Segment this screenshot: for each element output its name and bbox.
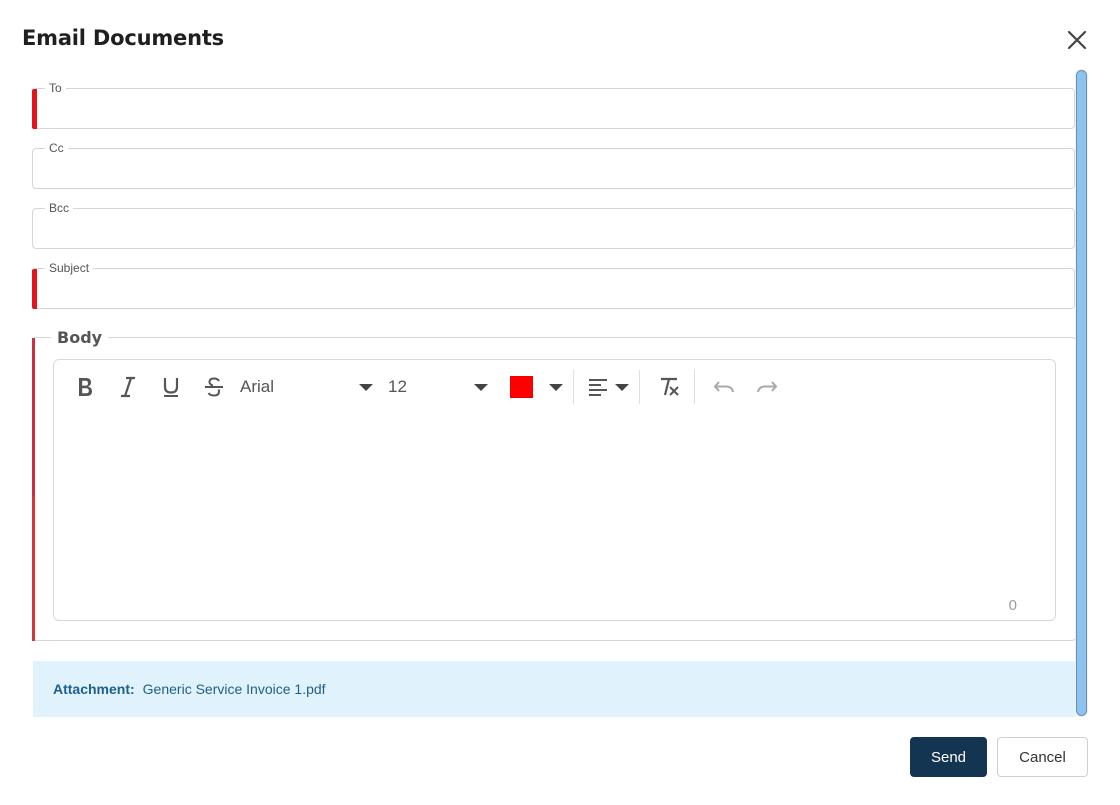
bcc-field[interactable]: Bcc <box>32 201 1075 249</box>
body-required-indicator <box>32 338 35 496</box>
bcc-input[interactable] <box>43 215 1064 239</box>
font-family-value: Arial <box>240 377 275 396</box>
cc-input[interactable] <box>43 155 1064 179</box>
attachment-label: Attachment: <box>53 681 135 697</box>
chevron-down-icon <box>474 383 488 391</box>
cancel-button[interactable]: Cancel <box>997 737 1088 777</box>
subject-input[interactable] <box>43 275 1064 299</box>
undo-button[interactable] <box>709 372 739 402</box>
attachment-file-link[interactable]: Generic Service Invoice 1.pdf <box>143 681 326 697</box>
underline-icon <box>163 378 179 397</box>
toolbar-divider <box>639 370 640 404</box>
chevron-down-icon <box>359 383 373 391</box>
strikethrough-button[interactable] <box>199 372 229 402</box>
character-count: 0 <box>1008 597 1017 614</box>
subject-required-indicator <box>32 269 37 309</box>
toolbar-divider <box>694 370 695 404</box>
email-documents-dialog: Email Documents To Cc Bcc Subject Body A… <box>0 0 1120 805</box>
to-required-indicator <box>32 89 37 129</box>
bcc-label: Bcc <box>49 201 70 215</box>
font-size-value: 12 <box>388 377 407 396</box>
font-size-select[interactable]: 12 <box>388 372 488 402</box>
dialog-title: Email Documents <box>22 26 224 50</box>
subject-label: Subject <box>49 261 90 275</box>
close-button[interactable] <box>1062 25 1092 55</box>
text-color-picker[interactable] <box>510 372 563 402</box>
redo-button[interactable] <box>752 372 782 402</box>
chevron-down-icon <box>549 383 563 391</box>
cc-field[interactable]: Cc <box>32 141 1075 189</box>
redo-icon <box>757 381 778 393</box>
clear-format-button[interactable] <box>654 372 684 402</box>
underline-button[interactable] <box>156 372 186 402</box>
chevron-down-icon <box>615 383 629 391</box>
italic-button[interactable] <box>113 372 143 402</box>
to-input[interactable] <box>43 95 1064 119</box>
body-label: Body <box>57 328 103 347</box>
to-label: To <box>49 81 62 95</box>
editor-content-area[interactable] <box>54 414 1055 590</box>
subject-field[interactable]: Subject <box>32 261 1075 309</box>
font-family-select[interactable]: Arial <box>240 372 373 402</box>
cc-label: Cc <box>49 141 64 155</box>
close-icon <box>1067 30 1087 50</box>
strikethrough-icon <box>205 377 223 397</box>
rich-text-editor[interactable]: Arial 12 0 <box>53 359 1056 621</box>
attachment-bar: Attachment: Generic Service Invoice 1.pd… <box>33 661 1076 717</box>
scrollbar-thumb[interactable] <box>1076 70 1087 716</box>
undo-icon <box>713 381 734 393</box>
bold-icon <box>79 378 92 396</box>
bold-button[interactable] <box>70 372 100 402</box>
send-button[interactable]: Send <box>910 737 987 777</box>
toolbar-divider <box>573 370 574 404</box>
text-color-swatch <box>510 376 533 398</box>
clear-format-icon <box>661 377 679 396</box>
italic-icon <box>121 376 135 398</box>
alignment-select[interactable] <box>588 372 629 402</box>
align-left-icon <box>589 379 607 396</box>
body-required-indicator-lower <box>32 496 35 641</box>
editor-toolbar: Arial 12 <box>54 360 1055 414</box>
to-field[interactable]: To <box>32 81 1075 129</box>
